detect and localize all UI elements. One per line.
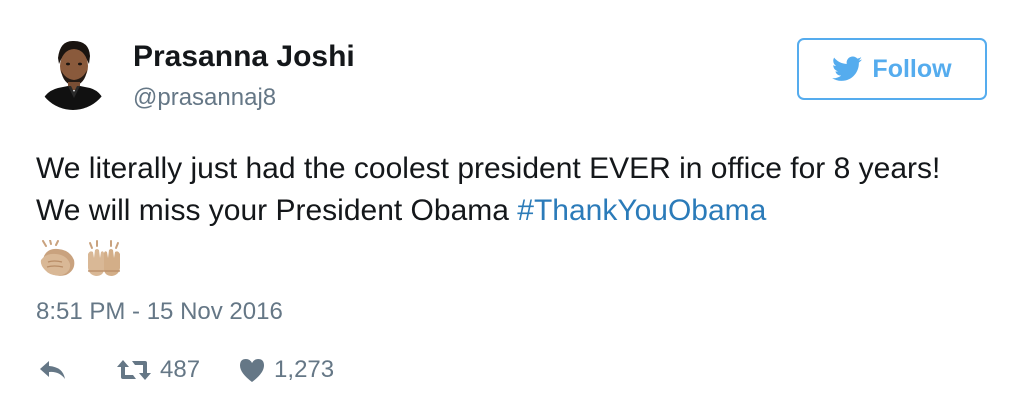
author-handle[interactable]: @prasannaj8 bbox=[133, 84, 276, 112]
avatar[interactable] bbox=[36, 36, 110, 110]
tweet-body: We literally just had the coolest presid… bbox=[36, 152, 941, 227]
hashtag-link[interactable]: #ThankYouObama bbox=[517, 194, 766, 227]
tweet-text: We literally just had the coolest presid… bbox=[36, 148, 986, 232]
tweet-actions: 487 1,273 bbox=[38, 352, 334, 388]
follow-button-label: Follow bbox=[872, 54, 952, 83]
follow-button[interactable]: Follow bbox=[797, 38, 987, 100]
tweet-card: Prasanna Joshi @prasannaj8 Follow We lit… bbox=[0, 0, 1024, 416]
reply-button[interactable] bbox=[38, 358, 68, 382]
retweet-count: 487 bbox=[160, 356, 201, 383]
author-name[interactable]: Prasanna Joshi bbox=[133, 40, 355, 74]
reply-icon bbox=[38, 358, 68, 382]
retweet-button[interactable]: 487 bbox=[116, 356, 200, 384]
raising-hands-emoji bbox=[84, 240, 124, 283]
twitter-bird-icon bbox=[832, 56, 863, 82]
retweet-icon bbox=[116, 358, 152, 382]
tweet-timestamp[interactable]: 8:51 PM - 15 Nov 2016 bbox=[36, 298, 283, 326]
emoji-row bbox=[38, 239, 124, 283]
like-count: 1,273 bbox=[274, 356, 335, 383]
clapping-hands-emoji bbox=[38, 239, 78, 283]
like-button[interactable]: 1,273 bbox=[238, 356, 334, 384]
heart-icon bbox=[238, 357, 266, 383]
